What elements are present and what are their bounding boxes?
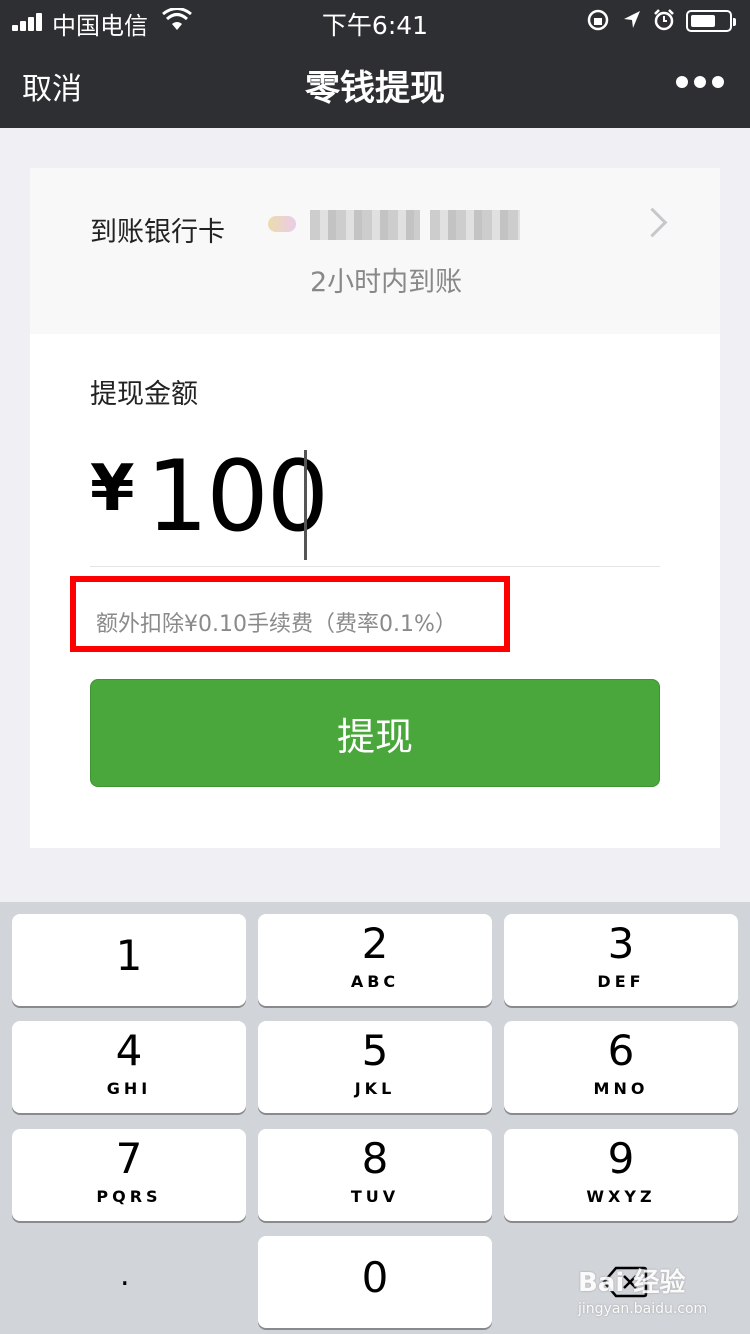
withdraw-card: 到账银行卡 2小时内到账 提现金额 ¥ 100 额外扣除¥0.10手续费（费率0… [30,168,720,848]
key-2[interactable]: 2 ABC [258,914,492,1006]
key-dot-label: . [120,1258,130,1293]
arrival-time: 2小时内到账 [310,267,463,298]
key-digit: 7 [115,1134,143,1183]
key-letters: PQRS [96,1187,162,1206]
orientation-lock-icon [587,9,609,31]
key-digit: 2 [361,919,389,968]
key-digit: 3 [607,919,635,968]
watermark: Bai 经验 jingyan.baidu.com [578,1262,707,1317]
key-digit: 1 [115,931,143,980]
key-letters: JKL [354,1079,396,1098]
page-title: 零钱提现 [304,69,445,109]
amount-value: 100 [146,440,329,554]
key-0[interactable]: 0 [258,1236,492,1328]
key-letters: GHI [106,1079,152,1098]
nav-bar: 取消 零钱提现 [0,40,750,128]
text-cursor [304,450,307,560]
key-letters: ABC [350,972,400,991]
key-3[interactable]: 3 DEF [504,914,738,1006]
bank-card-selector[interactable]: 到账银行卡 2小时内到账 [30,168,720,334]
more-dots-icon[interactable] [676,76,724,90]
key-9[interactable]: 9 WXYZ [504,1129,738,1221]
amount-label: 提现金额 [90,379,198,410]
key-digit: 9 [607,1134,635,1183]
bank-logo-icon [268,216,296,232]
watermark-brand: Bai 经验 [578,1268,686,1298]
key-digit: 0 [361,1253,389,1302]
location-icon [624,11,640,28]
alarm-icon [654,9,674,31]
key-1[interactable]: 1 [12,914,246,1006]
key-letters: WXYZ [586,1187,656,1206]
key-6[interactable]: 6 MNO [504,1021,738,1113]
fee-note: 额外扣除¥0.10手续费（费率0.1%） [96,612,457,637]
bank-card-label: 到账银行卡 [90,217,225,248]
key-digit: 8 [361,1134,389,1183]
key-dot[interactable]: . [12,1236,246,1328]
chevron-right-icon [637,207,668,238]
currency-symbol: ¥ [90,452,135,526]
key-letters: TUV [350,1187,400,1206]
key-letters: DEF [597,972,645,991]
amount-input[interactable]: ¥ 100 [90,440,660,567]
top-bar: 中国电信 下午6:41 取消 零钱提现 [0,0,750,128]
fee-highlight-box: 额外扣除¥0.10手续费（费率0.1%） [70,576,510,652]
key-digit: 4 [115,1026,143,1075]
bank-name-redacted [310,210,420,240]
watermark-url: jingyan.baidu.com [578,1301,708,1317]
key-letters: MNO [593,1079,649,1098]
key-4[interactable]: 4 GHI [12,1021,246,1113]
card-number-redacted [430,210,520,240]
key-7[interactable]: 7 PQRS [12,1129,246,1221]
key-digit: 6 [607,1026,635,1075]
key-digit: 5 [361,1026,389,1075]
key-5[interactable]: 5 JKL [258,1021,492,1113]
withdraw-button[interactable]: 提现 [90,679,660,787]
key-8[interactable]: 8 TUV [258,1129,492,1221]
status-bar: 中国电信 下午6:41 [0,0,750,40]
battery-icon [686,10,736,32]
